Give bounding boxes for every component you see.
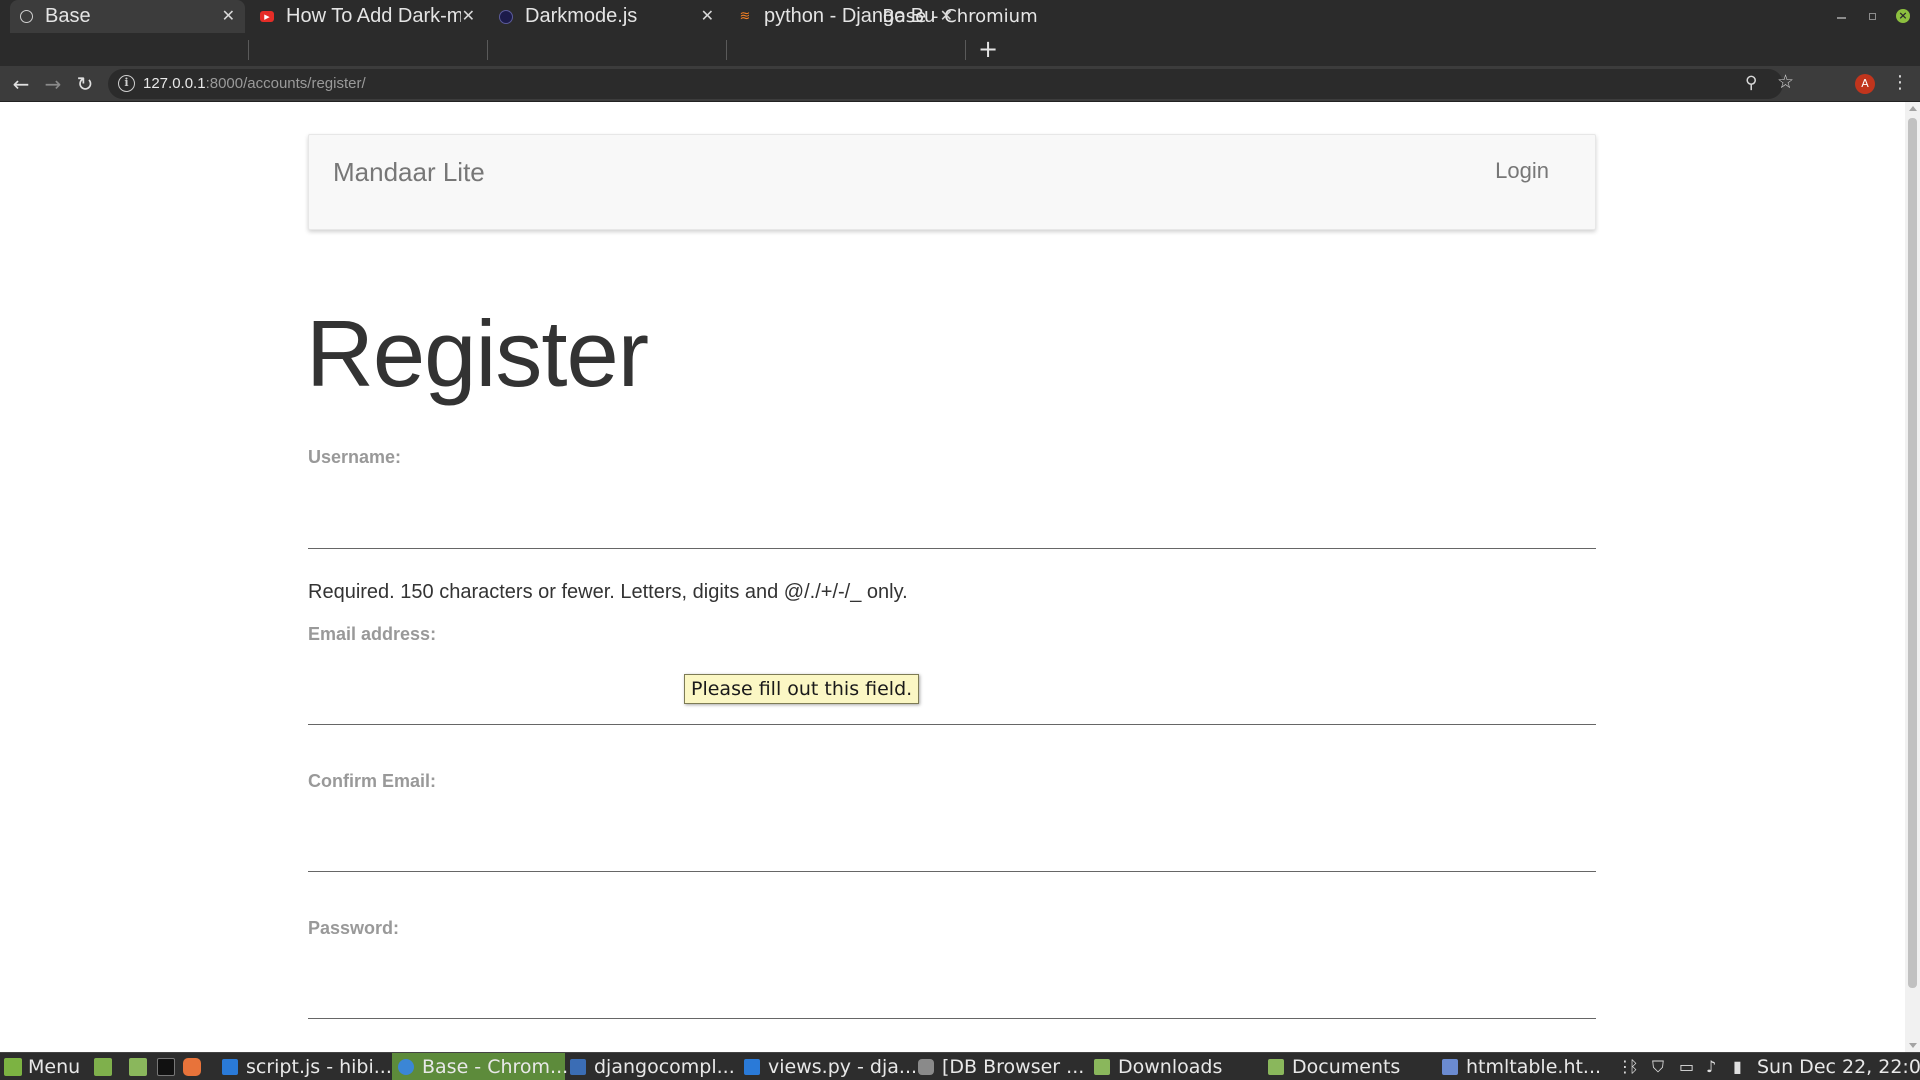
terminal-icon[interactable] <box>157 1058 175 1076</box>
close-icon: × <box>1896 9 1910 23</box>
tab-separator <box>965 40 966 60</box>
scroll-up-arrow-icon[interactable] <box>1909 106 1917 111</box>
tab-separator <box>726 40 727 60</box>
task-djangocompl[interactable]: djangocompl... <box>570 1053 738 1080</box>
address-bar[interactable]: i 127.0.0.1:8000/accounts/register/ ⚲ ☆ <box>108 69 1794 99</box>
network-icon[interactable]: ▭ <box>1679 1053 1694 1080</box>
shield-icon[interactable]: ⛉ <box>1652 1053 1664 1080</box>
zoom-icon[interactable]: ⚲ <box>1745 73 1757 93</box>
close-tab-icon[interactable]: ✕ <box>222 7 235 25</box>
login-link[interactable]: Login <box>1495 158 1549 184</box>
browser-menu-icon[interactable]: ⋮ <box>1891 71 1909 95</box>
file-manager-icon[interactable] <box>129 1058 147 1076</box>
task-label: script.js - hibi... <box>246 1056 392 1078</box>
task-label: Documents <box>1292 1056 1401 1078</box>
username-label: Username: <box>308 447 402 467</box>
tab-base[interactable]: Base ✕ <box>10 0 245 33</box>
document-icon <box>570 1059 586 1075</box>
minimize-button[interactable] <box>1832 7 1850 25</box>
close-tab-icon[interactable]: ✕ <box>940 7 953 25</box>
start-menu-button[interactable]: Menu <box>4 1053 80 1080</box>
confirm-email-input[interactable] <box>308 812 1596 872</box>
tab-separator <box>487 40 488 60</box>
stackoverflow-icon: ≋ <box>739 9 751 24</box>
sublime-icon[interactable] <box>183 1058 201 1076</box>
close-tab-icon[interactable]: ✕ <box>701 7 714 25</box>
task-label: views.py - dja... <box>768 1056 918 1078</box>
password-label: Password: <box>308 918 400 938</box>
task-views-py[interactable]: views.py - dja... <box>744 1053 918 1080</box>
minimize-icon <box>1836 17 1846 19</box>
task-script-js[interactable]: script.js - hibi... <box>222 1053 392 1080</box>
username-help-text: Required. 150 characters or fewer. Lette… <box>308 581 908 603</box>
username-input[interactable] <box>308 489 1596 549</box>
tab-strip <box>0 33 1920 66</box>
browser-toolbar: ← → ↻ i 127.0.0.1:8000/accounts/register… <box>0 66 1920 102</box>
start-menu-label: Menu <box>28 1056 81 1078</box>
task-db-browser[interactable]: [DB Browser ... <box>918 1053 1088 1080</box>
show-desktop-icon[interactable] <box>94 1058 112 1076</box>
scrollbar-thumb[interactable] <box>1908 118 1917 988</box>
site-info-icon[interactable]: i <box>118 75 135 92</box>
bookmark-star-icon[interactable]: ☆ <box>1777 71 1794 93</box>
folder-icon <box>1094 1059 1110 1075</box>
task-label: htmltable.ht... <box>1466 1056 1602 1078</box>
volume-icon[interactable]: ♪ <box>1706 1053 1716 1080</box>
task-chromium[interactable]: Base - Chrom... <box>392 1053 569 1080</box>
scroll-down-arrow-icon[interactable] <box>1909 1043 1917 1048</box>
tab-title: Darkmode.js <box>525 5 638 27</box>
tab-dark-mode-video[interactable]: ▶ How To Add Dark-m ✕ <box>255 0 485 33</box>
tab-title: How To Add Dark-m <box>286 5 461 27</box>
document-icon <box>1442 1059 1458 1075</box>
page-title: Register <box>306 301 649 406</box>
back-arrow-icon[interactable]: ← <box>9 72 33 96</box>
address-url[interactable]: 127.0.0.1:8000/accounts/register/ <box>143 69 366 99</box>
task-label: djangocompl... <box>594 1056 735 1078</box>
mint-menu-icon <box>4 1058 22 1076</box>
close-tab-icon[interactable]: ✕ <box>462 7 475 25</box>
os-taskbar: Menu script.js - hibi... Base - Chrom...… <box>0 1052 1920 1080</box>
tab-title: Base <box>45 5 91 27</box>
globe-icon <box>20 10 33 23</box>
site-navbar: Mandaar Lite Login <box>308 134 1596 230</box>
email-input[interactable] <box>308 665 1596 725</box>
validation-tooltip: Please fill out this field. <box>684 674 920 704</box>
task-downloads[interactable]: Downloads <box>1094 1053 1264 1080</box>
profile-avatar[interactable]: A <box>1855 74 1875 94</box>
bluetooth-icon[interactable]: ᛒ <box>1629 1053 1639 1080</box>
task-label: Base - Chrom... <box>422 1056 569 1078</box>
maximize-icon <box>1868 12 1876 20</box>
dark-circle-icon <box>499 9 513 24</box>
new-tab-button[interactable]: + <box>978 36 998 62</box>
folder-icon <box>1268 1059 1284 1075</box>
vscode-icon <box>744 1059 760 1075</box>
task-htmltable[interactable]: htmltable.ht... <box>1442 1053 1612 1080</box>
task-label: Downloads <box>1118 1056 1223 1078</box>
confirm-email-label: Confirm Email: <box>308 771 437 791</box>
battery-icon[interactable]: ▮ <box>1733 1053 1742 1080</box>
forward-arrow-icon[interactable]: → <box>41 72 65 96</box>
task-documents[interactable]: Documents <box>1268 1053 1438 1080</box>
youtube-icon: ▶ <box>260 11 274 22</box>
task-label: [DB Browser ... <box>942 1056 1085 1078</box>
tab-separator <box>248 40 249 60</box>
maximize-button[interactable] <box>1863 7 1881 25</box>
email-label: Email address: <box>308 624 437 644</box>
chromium-icon <box>398 1059 414 1075</box>
tab-title: python - Django Bu <box>764 5 936 27</box>
tab-django-stackoverflow[interactable]: ≋ python - Django Bu ✕ <box>733 0 963 33</box>
site-brand[interactable]: Mandaar Lite <box>333 157 485 188</box>
url-path: :8000/accounts/register/ <box>205 75 366 92</box>
vscode-icon <box>222 1059 238 1075</box>
close-window-button[interactable]: × <box>1894 7 1912 25</box>
page-viewport: Mandaar Lite Login Register Username: Re… <box>0 102 1905 1052</box>
system-clock[interactable]: Sun Dec 22, 22:04 <box>1757 1053 1920 1080</box>
url-host: 127.0.0.1 <box>143 75 206 92</box>
password-input[interactable] <box>308 959 1596 1019</box>
tab-darkmode-js[interactable]: Darkmode.js ✕ <box>494 0 724 33</box>
page-scrollbar[interactable] <box>1905 102 1920 1052</box>
database-icon <box>918 1059 934 1075</box>
reload-icon[interactable]: ↻ <box>73 72 97 96</box>
